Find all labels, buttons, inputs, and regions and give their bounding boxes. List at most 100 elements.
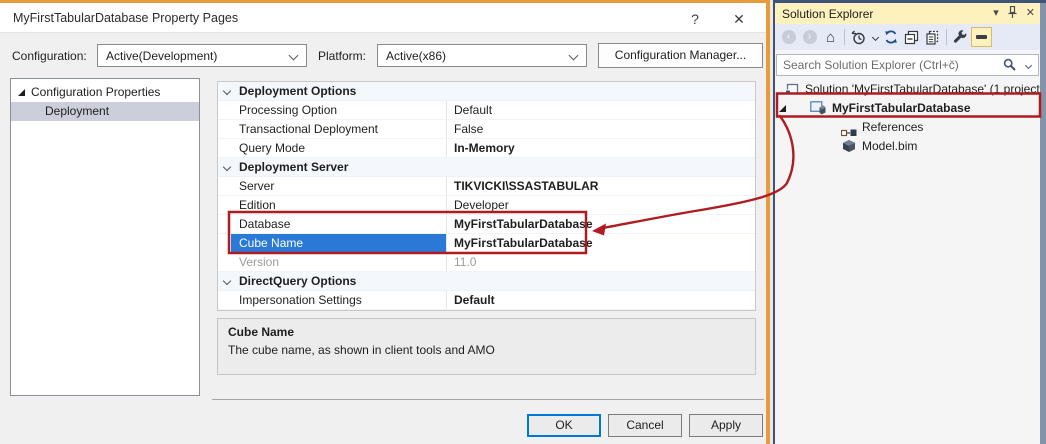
tree-item-label: Model.bim xyxy=(862,137,917,156)
tree-item-model-bim[interactable]: Model.bim xyxy=(775,137,1040,156)
tree-item-label: References xyxy=(862,118,923,137)
nav-item-label: Deployment xyxy=(45,104,109,118)
category-label: DirectQuery Options xyxy=(239,274,356,288)
grid-category-row[interactable]: Deployment Server xyxy=(218,158,755,177)
description-text: The cube name, as shown in client tools … xyxy=(228,343,745,357)
grid-row-database[interactable]: DatabaseMyFirstTabularDatabase xyxy=(218,215,755,234)
tree-item-project[interactable]: MyFirstTabularDatabase xyxy=(775,99,1040,118)
cancel-button[interactable]: Cancel xyxy=(608,414,682,437)
solution-explorer-title: Solution Explorer xyxy=(782,7,873,21)
tree-item-references[interactable]: References xyxy=(775,118,1040,137)
screenshot-root: MyFirstTabularDatabase Property Pages ? … xyxy=(0,0,1046,444)
chevron-down-icon xyxy=(223,163,231,171)
configuration-select[interactable]: Active(Development) xyxy=(97,44,307,67)
platform-select[interactable]: Active(x86) xyxy=(377,44,587,67)
grid-category-row[interactable]: DirectQuery Options xyxy=(218,272,755,291)
solution-explorer-toolbar: ‹ › ⌂ xyxy=(775,24,1040,50)
property-description-box: Cube Name The cube name, as shown in cli… xyxy=(217,318,756,375)
clock-filter-icon xyxy=(851,30,866,45)
grid-value[interactable]: TIKVICKI\SSASTABULAR xyxy=(446,177,755,195)
refresh-button[interactable] xyxy=(880,27,901,48)
description-title: Cube Name xyxy=(228,325,745,339)
close-icon[interactable]: ✕ xyxy=(1026,3,1035,24)
dialog-titlebar: MyFirstTabularDatabase Property Pages ? … xyxy=(0,3,766,33)
show-all-files-icon xyxy=(925,30,940,45)
grid-value[interactable]: Default xyxy=(446,101,755,119)
home-button[interactable]: ⌂ xyxy=(820,27,841,48)
vs-right-edge-strip xyxy=(1040,3,1046,444)
solution-explorer-panel: Solution Explorer ▾ ✕ ‹ › ⌂ xyxy=(775,3,1040,444)
grid-value[interactable]: False xyxy=(446,120,755,138)
chevron-down-icon xyxy=(289,51,299,61)
grid-row-impersonation-settings[interactable]: Impersonation SettingsDefault xyxy=(218,291,755,310)
chevron-down-icon xyxy=(569,51,579,61)
pin-icon[interactable] xyxy=(1008,6,1017,21)
property-grid: Deployment Options Processing OptionDefa… xyxy=(217,81,756,311)
category-label: Deployment Options xyxy=(239,84,356,98)
refresh-icon xyxy=(884,30,898,44)
properties-button[interactable] xyxy=(950,27,971,48)
grid-value[interactable]: In-Memory xyxy=(446,139,755,157)
footer-separator xyxy=(212,399,764,400)
filter-dropdown-button[interactable] xyxy=(869,27,880,48)
toolbar-separator xyxy=(946,29,947,45)
cube-model-icon xyxy=(842,139,856,159)
grid-row-cube-name-selected[interactable]: Cube NameMyFirstTabularDatabase xyxy=(218,234,755,253)
dialog-title: MyFirstTabularDatabase Property Pages xyxy=(13,11,238,25)
search-box[interactable] xyxy=(776,54,1039,76)
search-options-chevron-icon[interactable] xyxy=(1025,62,1032,69)
window-menu-chevron-icon[interactable]: ▾ xyxy=(993,3,999,24)
collapse-all-button[interactable] xyxy=(901,27,922,48)
platform-label: Platform: xyxy=(318,49,366,63)
expanded-triangle-icon[interactable] xyxy=(18,89,25,96)
nav-item-label: Configuration Properties xyxy=(31,85,160,99)
search-icon[interactable] xyxy=(1003,58,1016,74)
grid-row-server[interactable]: ServerTIKVICKI\SSASTABULAR xyxy=(218,177,755,196)
chevron-down-icon xyxy=(871,33,878,40)
toolbar-separator xyxy=(844,29,845,45)
solution-tree: Solution 'MyFirstTabularDatabase' (1 pro… xyxy=(775,80,1040,156)
grid-value[interactable]: MyFirstTabularDatabase xyxy=(446,215,755,233)
pending-changes-filter-button[interactable] xyxy=(848,27,869,48)
home-icon: ⌂ xyxy=(826,29,835,46)
show-all-files-button[interactable] xyxy=(922,27,943,48)
preview-selected-items-toggle[interactable] xyxy=(971,27,992,48)
collapse-all-icon xyxy=(904,30,919,45)
forward-button[interactable]: › xyxy=(799,27,820,48)
chevron-down-icon xyxy=(223,87,231,95)
grid-category-row[interactable]: Deployment Options xyxy=(218,82,755,101)
search-input[interactable] xyxy=(783,56,983,74)
dialog-nav-tree: Configuration Properties Deployment xyxy=(10,78,200,396)
configuration-label: Configuration: xyxy=(12,49,87,63)
grid-row-processing-option[interactable]: Processing OptionDefault xyxy=(218,101,755,120)
help-button[interactable]: ? xyxy=(682,8,708,30)
grid-value: 11.0 xyxy=(446,253,755,271)
grid-row-query-mode[interactable]: Query ModeIn-Memory xyxy=(218,139,755,158)
back-button[interactable]: ‹ xyxy=(778,27,799,48)
nav-item-configuration-properties[interactable]: Configuration Properties xyxy=(11,83,199,102)
platform-value: Active(x86) xyxy=(386,49,446,63)
ok-button[interactable]: OK xyxy=(527,414,601,437)
expanded-triangle-icon[interactable] xyxy=(779,105,786,112)
nav-item-deployment[interactable]: Deployment xyxy=(11,102,199,121)
preview-selected-items-icon xyxy=(971,27,992,47)
category-label: Deployment Server xyxy=(239,160,348,174)
solution-explorer-titlebar[interactable]: Solution Explorer ▾ ✕ xyxy=(775,3,1040,24)
grid-value[interactable]: MyFirstTabularDatabase xyxy=(446,234,755,252)
forward-icon: › xyxy=(803,30,817,44)
apply-button[interactable]: Apply xyxy=(689,414,763,437)
tree-item-label: Solution 'MyFirstTabularDatabase' (1 pro… xyxy=(805,80,1040,99)
grid-row-version: Version11.0 xyxy=(218,253,755,272)
grid-value[interactable]: Default xyxy=(446,291,755,309)
tree-item-solution[interactable]: Solution 'MyFirstTabularDatabase' (1 pro… xyxy=(775,80,1040,99)
configuration-manager-button[interactable]: Configuration Manager... xyxy=(598,43,763,68)
grid-row-edition[interactable]: EditionDeveloper xyxy=(218,196,755,215)
chevron-down-icon xyxy=(223,277,231,285)
grid-row-transactional-deployment[interactable]: Transactional DeploymentFalse xyxy=(218,120,755,139)
back-icon: ‹ xyxy=(782,30,796,44)
close-button[interactable]: ✕ xyxy=(724,8,754,30)
grid-value[interactable]: Developer xyxy=(446,196,755,214)
tree-item-label: MyFirstTabularDatabase xyxy=(832,99,971,118)
configuration-value: Active(Development) xyxy=(106,49,217,63)
wrench-icon xyxy=(953,30,968,45)
